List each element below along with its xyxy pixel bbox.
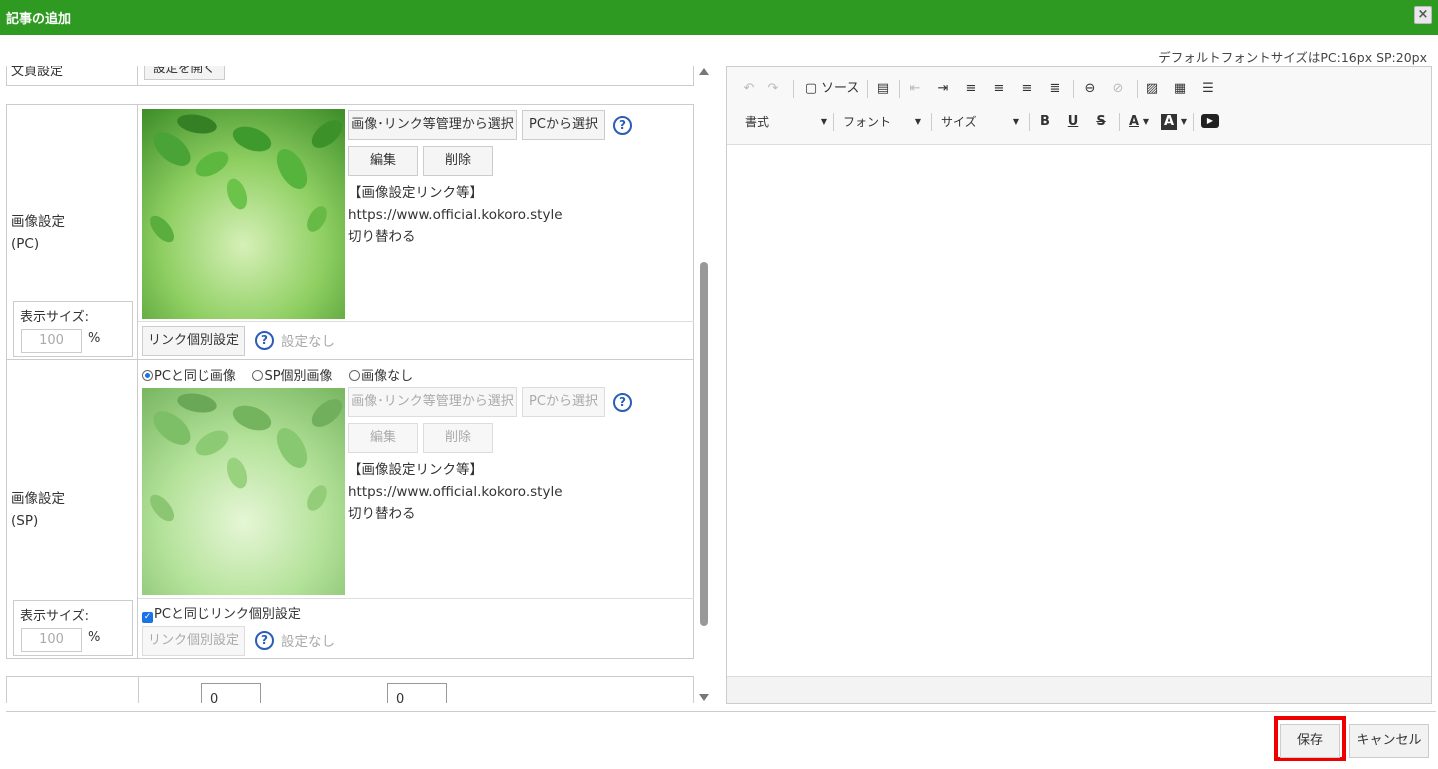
sp-size-label: 表示サイズ: bbox=[20, 609, 89, 624]
sp-select-from-manager-button[interactable]: 画像･リンク等管理から選択 bbox=[348, 387, 517, 417]
size-combo[interactable]: サイズ ▼ bbox=[941, 112, 1019, 132]
sp-label-line2: (SP) bbox=[11, 513, 39, 529]
pc-link-help-icon[interactable]: ? bbox=[255, 331, 274, 350]
next-row: 0 0 bbox=[6, 676, 694, 703]
sp-size-box: 表示サイズ: 100 % bbox=[13, 600, 133, 656]
cancel-button[interactable]: キャンセル bbox=[1349, 724, 1429, 758]
sp-info-url: https://www.official.kokoro.style bbox=[348, 484, 563, 500]
sp-edit-button[interactable]: 編集 bbox=[348, 423, 418, 453]
dialog-title: 記事の追加 bbox=[6, 12, 72, 27]
bg-color-button[interactable]: A bbox=[1161, 114, 1177, 130]
editor-status-bar bbox=[727, 676, 1431, 703]
sp-link-settings-button[interactable]: リンク個別設定 bbox=[142, 626, 245, 656]
underline-button[interactable]: U bbox=[1065, 112, 1081, 132]
pc-delete-button[interactable]: 削除 bbox=[423, 146, 493, 176]
sp-help-icon[interactable]: ? bbox=[613, 393, 632, 412]
sp-same-link-checkbox[interactable]: ✓ PCと同じリンク個別設定 bbox=[142, 604, 301, 626]
sp-radio-none[interactable]: 画像なし bbox=[349, 369, 413, 384]
pc-size-unit: % bbox=[88, 331, 101, 346]
pc-info-title: 【画像設定リンク等】 bbox=[348, 185, 483, 201]
sp-info-title: 【画像設定リンク等】 bbox=[348, 462, 483, 478]
pc-label-line1: 画像設定 bbox=[11, 214, 65, 230]
save-button[interactable]: 保存 bbox=[1280, 724, 1340, 758]
bold-button[interactable]: B bbox=[1037, 112, 1053, 132]
left-panel-scrollbar[interactable] bbox=[697, 66, 711, 703]
sp-info-note: 切り替わる bbox=[348, 506, 416, 522]
sp-image-thumbnail bbox=[142, 388, 345, 595]
scroll-down-icon[interactable] bbox=[699, 694, 709, 701]
close-icon[interactable]: × bbox=[1414, 6, 1432, 24]
editor-toolbar: ↶ ↷ ▢ ソース ▤ ⇤ ⇥ ≡ ≡ ≡ ≣ ⊖ ⊘ ▨ ▦ ☰ 書式 ▼ フ… bbox=[727, 67, 1431, 145]
pc-label-line2: (PC) bbox=[11, 236, 40, 252]
align-center-icon[interactable]: ≡ bbox=[991, 79, 1007, 99]
checkbox-checked-icon: ✓ bbox=[142, 612, 153, 623]
dialog-titlebar: 記事の追加 × bbox=[0, 0, 1438, 35]
chevron-down-icon: ▼ bbox=[820, 117, 827, 126]
chevron-down-icon[interactable]: ▼ bbox=[1141, 112, 1151, 132]
align-left-icon[interactable]: ≡ bbox=[963, 79, 979, 99]
strikethrough-button[interactable]: S bbox=[1093, 112, 1109, 132]
indent-icon[interactable]: ⇥ bbox=[935, 79, 951, 99]
sp-select-from-pc-button[interactable]: PCから選択 bbox=[522, 387, 605, 417]
redo-icon[interactable]: ↷ bbox=[765, 79, 781, 99]
editor-content-area[interactable] bbox=[727, 145, 1431, 677]
sp-delete-button[interactable]: 削除 bbox=[423, 423, 493, 453]
pc-image-thumbnail bbox=[142, 109, 345, 319]
stub-row: 文頁設定 設定を開く bbox=[6, 66, 694, 86]
size-combo-label: サイズ bbox=[941, 115, 977, 129]
default-font-size-note: デフォルトフォントサイズはPC:16px SP:20px bbox=[1158, 50, 1427, 65]
scroll-up-icon[interactable] bbox=[699, 68, 709, 75]
youtube-icon[interactable]: ▶ bbox=[1201, 114, 1219, 128]
undo-icon[interactable]: ↶ bbox=[741, 79, 757, 99]
sp-image-section: 画像設定 (SP) 表示サイズ: 100 % PCと同じ画像 SP個別画像 画像… bbox=[6, 359, 694, 659]
pc-link-status: 設定なし bbox=[281, 334, 335, 350]
value-input-1[interactable]: 0 bbox=[201, 683, 261, 703]
paste-icon[interactable]: ▤ bbox=[875, 79, 891, 99]
value-input-2[interactable]: 0 bbox=[387, 683, 447, 703]
sp-link-status: 設定なし bbox=[281, 634, 335, 650]
pc-info-url: https://www.official.kokoro.style bbox=[348, 207, 563, 223]
pc-size-input[interactable]: 100 bbox=[21, 329, 82, 353]
pc-size-label: 表示サイズ: bbox=[20, 310, 89, 325]
source-button[interactable]: ソース bbox=[821, 79, 859, 99]
font-combo[interactable]: フォント ▼ bbox=[843, 112, 921, 132]
pc-help-icon[interactable]: ? bbox=[613, 116, 632, 135]
table-icon[interactable]: ▦ bbox=[1171, 79, 1189, 99]
pc-size-box: 表示サイズ: 100 % bbox=[13, 301, 133, 357]
format-combo-label: 書式 bbox=[745, 115, 770, 129]
link-icon[interactable]: ⊖ bbox=[1081, 79, 1099, 99]
pc-link-settings-button[interactable]: リンク個別設定 bbox=[142, 326, 245, 356]
pc-edit-button[interactable]: 編集 bbox=[348, 146, 418, 176]
pc-select-from-manager-button[interactable]: 画像･リンク等管理から選択 bbox=[348, 110, 517, 140]
pc-info-note: 切り替わる bbox=[348, 229, 416, 245]
sp-link-help-icon[interactable]: ? bbox=[255, 631, 274, 650]
unlink-icon[interactable]: ⊘ bbox=[1109, 79, 1127, 99]
align-right-icon[interactable]: ≡ bbox=[1019, 79, 1035, 99]
text-color-button[interactable]: A bbox=[1127, 112, 1141, 132]
rich-text-editor: ↶ ↷ ▢ ソース ▤ ⇤ ⇥ ≡ ≡ ≡ ≣ ⊖ ⊘ ▨ ▦ ☰ 書式 ▼ フ… bbox=[726, 66, 1432, 704]
font-combo-label: フォント bbox=[843, 115, 892, 129]
align-justify-icon[interactable]: ≣ bbox=[1047, 79, 1063, 99]
chevron-down-icon: ▼ bbox=[914, 117, 921, 126]
outdent-icon[interactable]: ⇤ bbox=[907, 79, 923, 99]
horizontal-rule-icon[interactable]: ☰ bbox=[1199, 79, 1217, 99]
open-settings-button[interactable]: 設定を開く bbox=[144, 66, 225, 80]
format-combo[interactable]: 書式 ▼ bbox=[745, 112, 827, 132]
source-icon[interactable]: ▢ bbox=[803, 79, 819, 99]
scroll-thumb[interactable] bbox=[700, 262, 708, 626]
settings-panel: 文頁設定 設定を開く 画像設定 (PC) 表示サイズ: 100 % 画像･リンク… bbox=[0, 66, 694, 703]
pc-select-from-pc-button[interactable]: PCから選択 bbox=[522, 110, 605, 140]
stub-row-label: 文頁設定 bbox=[11, 66, 64, 79]
image-icon[interactable]: ▨ bbox=[1143, 79, 1161, 99]
sp-size-unit: % bbox=[88, 630, 101, 645]
chevron-down-icon: ▼ bbox=[1012, 117, 1019, 126]
sp-radio-individual[interactable]: SP個別画像 bbox=[252, 369, 333, 384]
sp-radio-same[interactable]: PCと同じ画像 bbox=[142, 369, 236, 384]
chevron-down-icon[interactable]: ▼ bbox=[1179, 112, 1189, 132]
sp-label-line1: 画像設定 bbox=[11, 491, 65, 507]
sp-size-input[interactable]: 100 bbox=[21, 628, 82, 652]
pc-image-section: 画像設定 (PC) 表示サイズ: 100 % 画像･リンク等管理から選択 PCか… bbox=[6, 104, 694, 360]
